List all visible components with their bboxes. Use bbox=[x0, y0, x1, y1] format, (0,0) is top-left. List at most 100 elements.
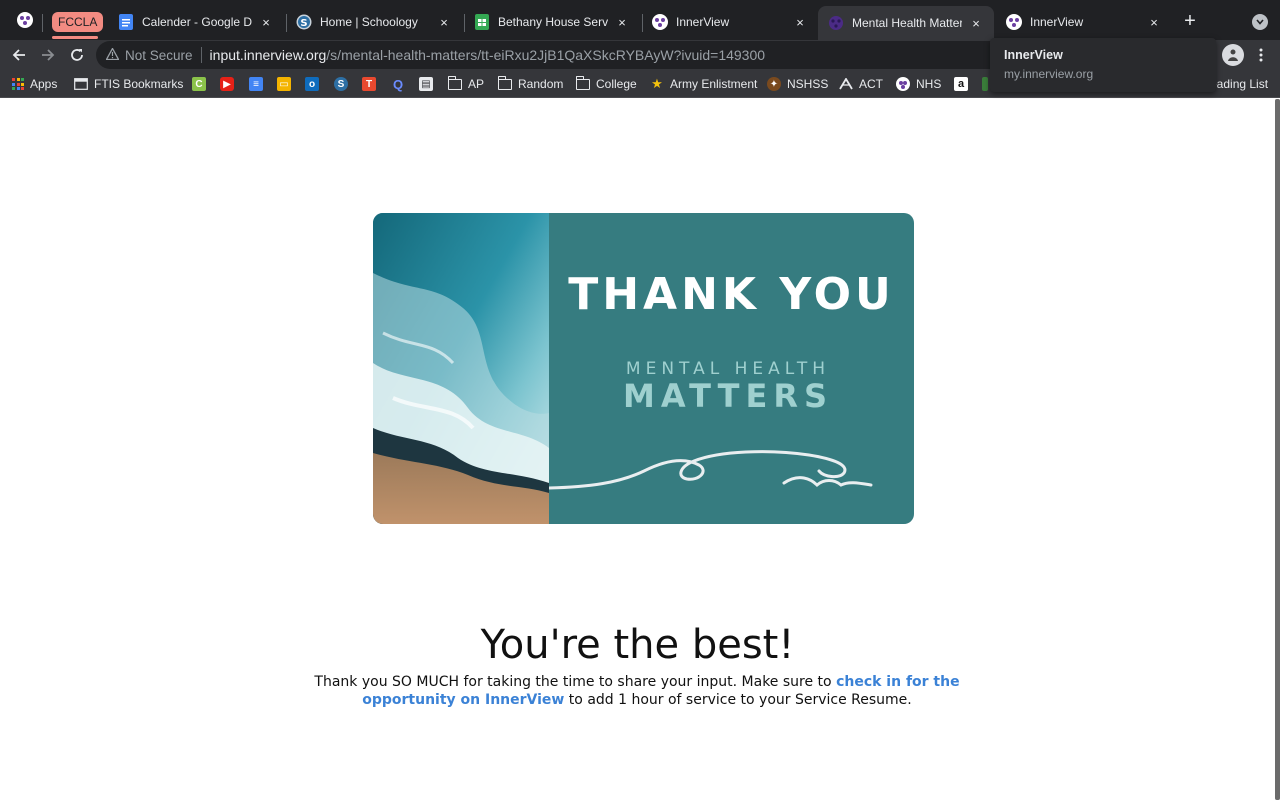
bookmark-ftis[interactable]: FTIS Bookmarks bbox=[74, 75, 183, 93]
reload-icon bbox=[71, 49, 83, 61]
bookmark-overflow-icon bbox=[982, 77, 988, 91]
tab-schoology[interactable]: S Home | Schoology × bbox=[286, 6, 462, 38]
tab-title: Calender - Google Docs bbox=[142, 15, 252, 29]
warning-icon[interactable] bbox=[105, 46, 120, 63]
folder-icon bbox=[575, 75, 590, 91]
url-path: /s/mental-health-matters/tt-eiRxu2JjB1Qa… bbox=[326, 47, 766, 63]
close-icon[interactable]: × bbox=[258, 14, 274, 30]
youtube-icon: ▶ bbox=[220, 77, 234, 91]
new-tab-button[interactable]: + bbox=[1180, 10, 1200, 32]
bookmark-c[interactable]: C bbox=[192, 75, 206, 93]
avatar-icon bbox=[1228, 49, 1238, 61]
security-label[interactable]: Not Secure bbox=[125, 48, 193, 63]
innerview-icon bbox=[896, 77, 910, 91]
message-text-end: to add 1 hour of service to your Service… bbox=[564, 692, 912, 708]
bookmark-schoology[interactable]: S bbox=[334, 75, 348, 93]
doc-icon: ▤ bbox=[419, 77, 433, 91]
bookmark-label: NHS bbox=[916, 77, 942, 91]
page-viewport: THANK YOU MENTAL HEALTH MATTERS You're t… bbox=[0, 99, 1280, 800]
tab-mental-health-matters[interactable]: Mental Health Matters × bbox=[818, 6, 994, 40]
hover-card-url: my.innerview.org bbox=[1004, 67, 1094, 81]
bookmark-apps[interactable]: Apps bbox=[12, 75, 57, 93]
arrow-right-icon bbox=[42, 49, 55, 61]
back-button[interactable] bbox=[8, 44, 30, 66]
tab-group-underline bbox=[52, 36, 98, 39]
close-icon[interactable]: × bbox=[792, 14, 808, 30]
bookmark-doc[interactable]: ▤ bbox=[419, 75, 433, 93]
star-icon: ★ bbox=[651, 76, 663, 91]
thank-you-text: THANK YOU bbox=[568, 269, 895, 320]
scrollbar-thumb[interactable] bbox=[1275, 99, 1280, 800]
tab-innerview-2[interactable]: InnerView × bbox=[996, 6, 1172, 38]
bookmark-green[interactable] bbox=[982, 75, 988, 93]
bookmark-outlook[interactable]: o bbox=[305, 75, 319, 93]
bookmark-army[interactable]: ★ Army Enlistment bbox=[650, 75, 757, 93]
bookmark-q[interactable]: Q bbox=[391, 75, 405, 93]
pinned-tab[interactable] bbox=[14, 4, 36, 36]
docs-icon: ≡ bbox=[249, 77, 263, 91]
tab-separator bbox=[42, 14, 43, 32]
arrow-left-icon bbox=[12, 49, 25, 61]
reload-button[interactable] bbox=[66, 44, 88, 66]
c-icon: C bbox=[192, 77, 206, 91]
bookmark-label: ACT bbox=[859, 77, 883, 91]
bookmark-slides[interactable]: ▭ bbox=[277, 75, 291, 93]
close-icon[interactable]: × bbox=[614, 14, 630, 30]
slides-icon: ▭ bbox=[277, 77, 291, 91]
thank-you-message: Thank you SO MUCH for taking the time to… bbox=[290, 673, 984, 709]
mental-health-text: MENTAL HEALTH bbox=[625, 359, 831, 379]
bookmark-label: Apps bbox=[30, 77, 58, 91]
q-icon: Q bbox=[392, 76, 404, 92]
menu-button[interactable] bbox=[1254, 44, 1268, 66]
matters-text: MATTERS bbox=[622, 377, 834, 415]
bookmark-label: NSHSS bbox=[787, 77, 829, 91]
tab-bethany-house[interactable]: Bethany House Services × bbox=[464, 6, 640, 38]
tab-title: Bethany House Services bbox=[498, 15, 608, 29]
bookmarks-icon bbox=[74, 77, 88, 91]
scrollbar-track[interactable] bbox=[1275, 99, 1280, 800]
tab-search-button[interactable] bbox=[1252, 14, 1268, 30]
bookmark-act[interactable]: ACT bbox=[839, 75, 883, 93]
svg-text:S: S bbox=[300, 18, 307, 29]
bookmark-label: Random bbox=[518, 77, 564, 91]
bookmark-label: AP bbox=[468, 77, 485, 91]
innerview-icon bbox=[1006, 14, 1022, 30]
tab-group-chip[interactable]: FCCLA bbox=[52, 12, 104, 32]
schoology-icon: S bbox=[334, 77, 348, 91]
google-docs-icon bbox=[118, 14, 134, 30]
tab-google-docs[interactable]: Calender - Google Docs × bbox=[108, 6, 284, 38]
bookmark-nshss[interactable]: ✦ NSHSS bbox=[767, 75, 828, 93]
outlook-icon: o bbox=[305, 77, 319, 91]
tab-strip: FCCLA Calender - Google Docs × S Home | … bbox=[0, 0, 1280, 40]
thank-you-banner: THANK YOU MENTAL HEALTH MATTERS bbox=[373, 213, 914, 524]
message-text-start: Thank you SO MUCH for taking the time to… bbox=[314, 674, 837, 690]
profile-avatar[interactable] bbox=[1222, 44, 1244, 66]
bookmark-youtube[interactable]: ▶ bbox=[220, 75, 234, 93]
forward-button[interactable] bbox=[37, 44, 59, 66]
bookmark-nhs[interactable]: NHS bbox=[896, 75, 941, 93]
bookmark-folder-ap[interactable]: AP bbox=[447, 75, 485, 93]
bookmark-amazon[interactable]: a bbox=[954, 75, 968, 93]
omnibox-separator bbox=[200, 47, 202, 63]
hover-card-title: InnerView bbox=[1004, 48, 1063, 62]
nshss-icon: ✦ bbox=[767, 77, 781, 91]
tab-title: InnerView bbox=[1030, 15, 1084, 29]
close-icon[interactable]: × bbox=[1146, 14, 1162, 30]
reading-list-button[interactable]: eading List bbox=[1210, 75, 1268, 93]
wave-decoration-icon bbox=[549, 450, 873, 490]
tab-hover-card: InnerView my.innerview.org bbox=[990, 38, 1216, 92]
folder-icon bbox=[447, 75, 462, 91]
act-icon bbox=[839, 77, 853, 91]
bookmark-folder-college[interactable]: College bbox=[575, 75, 637, 93]
tab-innerview[interactable]: InnerView × bbox=[642, 6, 818, 38]
tab-title: Home | Schoology bbox=[320, 15, 418, 29]
more-vert-icon bbox=[1259, 48, 1263, 62]
bookmark-docs[interactable]: ≡ bbox=[249, 75, 263, 93]
bookmark-t[interactable]: T bbox=[362, 75, 376, 93]
url-host: input.innerview.org bbox=[209, 47, 327, 63]
folder-icon bbox=[497, 75, 512, 91]
close-icon[interactable]: × bbox=[436, 14, 452, 30]
close-icon[interactable]: × bbox=[968, 15, 984, 31]
chevron-down-icon bbox=[1256, 19, 1264, 25]
bookmark-folder-random[interactable]: Random bbox=[497, 75, 564, 93]
